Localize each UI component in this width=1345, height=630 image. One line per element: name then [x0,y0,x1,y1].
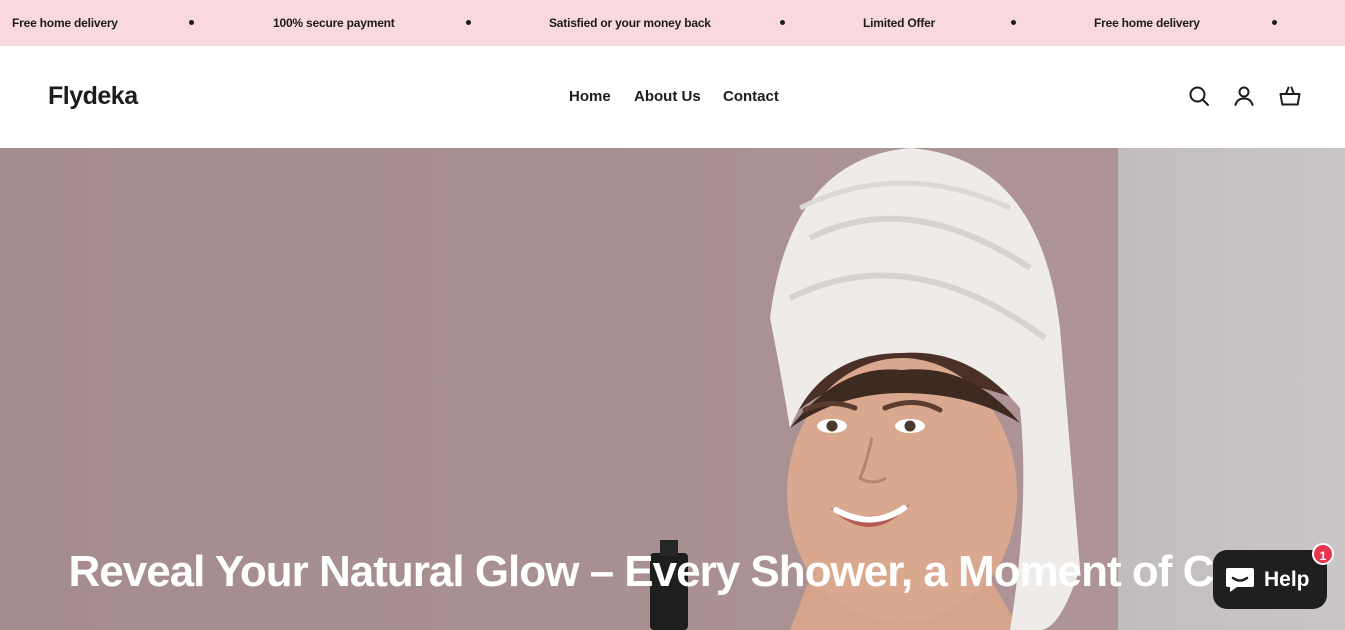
separator-dot [1272,20,1277,25]
separator-dot [189,20,194,25]
nav-contact[interactable]: Contact [723,88,779,105]
announcement-item: Limited Offer [863,16,936,30]
announcement-bar: Free home delivery 100% secure payment S… [0,0,1345,46]
account-icon[interactable] [1232,84,1256,108]
site-header: Flydeka Home About Us Contact [0,46,1345,148]
hero-title: Reveal Your Natural Glow – Every Shower,… [68,547,1278,596]
help-label: Help [1264,568,1310,591]
announcement-item: Satisfied or your money back [549,16,711,30]
notification-badge: 1 [1312,543,1334,565]
announcement-item: Free home delivery [12,16,118,30]
separator-dot [1011,20,1016,25]
search-icon[interactable] [1187,84,1211,108]
site-logo[interactable]: Flydeka [48,82,138,111]
cart-icon[interactable] [1278,84,1302,108]
chat-bubble-icon [1226,568,1254,592]
help-chat-button[interactable]: Help 1 [1213,543,1334,609]
nav-home[interactable]: Home [569,88,611,105]
separator-dot [466,20,471,25]
announcement-item: Free home delivery [1094,16,1200,30]
nav-about-us[interactable]: About Us [634,88,701,105]
announcement-item: 100% secure payment [273,16,395,30]
separator-dot [780,20,785,25]
hero-banner: Reveal Your Natural Glow – Every Shower,… [0,148,1345,630]
